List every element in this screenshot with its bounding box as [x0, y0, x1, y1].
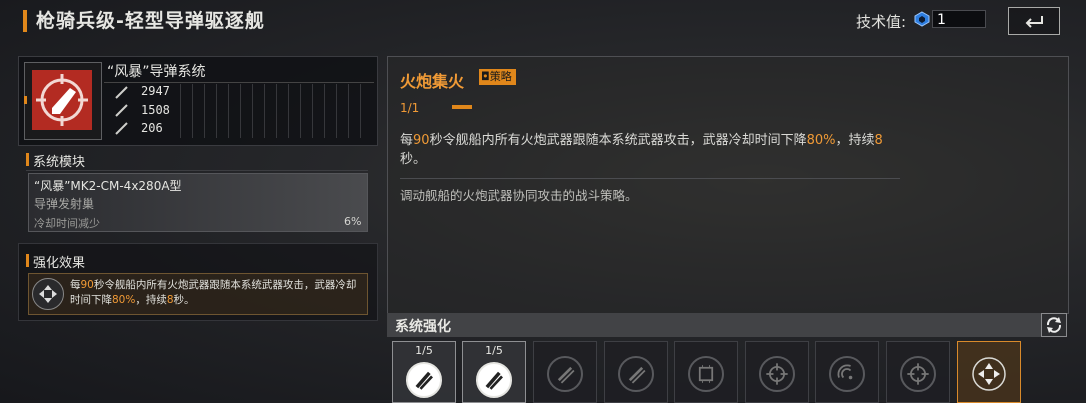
module-stat-label: 冷却时间减少 [34, 217, 100, 230]
highlight-value: 80% [806, 133, 836, 148]
enhance-slot[interactable] [745, 341, 809, 403]
refresh-button[interactable] [1041, 313, 1067, 337]
tag-icon: ◘ [481, 70, 490, 83]
stat-value: 1508 [141, 103, 170, 117]
slot-level: 1/5 [415, 344, 433, 357]
refresh-icon [1046, 317, 1062, 333]
missile-icon [618, 356, 654, 392]
system-enhance-header [387, 313, 1067, 337]
text-part: ，持续 [135, 294, 167, 306]
text-part: 秒。 [400, 152, 427, 167]
section-accent [26, 153, 29, 166]
tech-value-label: 技术值: [856, 13, 907, 31]
highlight-value: 90 [413, 133, 430, 148]
strategy-icon [971, 356, 1007, 392]
enhance-slot[interactable]: 1/5 [392, 341, 456, 403]
enhance-slot[interactable] [815, 341, 879, 403]
highlight-value: 80% [112, 294, 136, 306]
slot-level: 1/5 [485, 344, 503, 357]
tech-icon [914, 11, 930, 27]
module-stat-value: 6% [344, 215, 362, 228]
weapon-accent [24, 96, 27, 104]
target-icon [900, 356, 936, 392]
text-part: 秒令舰船内所有火炮武器跟随本系统武器攻击，武器冷却时间下降 [429, 133, 807, 148]
title-accent [23, 10, 27, 32]
enhance-slot[interactable]: 1/5 [462, 341, 526, 403]
highlight-value: 90 [80, 279, 94, 291]
system-module-heading: 系统模块 [33, 155, 86, 170]
skill-progress-bar [452, 105, 472, 109]
module-name: “风暴”MK2-CM-4x280A型 [34, 179, 182, 193]
missile-icon [476, 362, 512, 398]
weapon-icon [32, 70, 92, 130]
system-enhance-title: 系统强化 [395, 319, 451, 335]
skill-tag: ◘策略 [479, 69, 516, 85]
radar-icon [829, 356, 865, 392]
tech-value-field[interactable]: 1 [932, 10, 986, 28]
enhance-slot[interactable] [886, 341, 950, 403]
text-part: 每 [70, 279, 81, 291]
stat-icons [113, 84, 131, 138]
skill-description: 每90秒令舰船内所有火炮武器跟随本系统武器攻击，武器冷却时间下降80%，持续8 秒… [400, 131, 920, 169]
text-part: 每 [400, 133, 414, 148]
text-part: ，持续 [835, 133, 875, 148]
enhance-slot[interactable] [674, 341, 738, 403]
back-arrow-icon [1025, 16, 1043, 28]
skill-progress: 1/1 [400, 101, 420, 115]
enhancement-text: 每90秒令舰船内所有火炮武器跟随本系统武器攻击，武器冷却时间下降80%，持续8秒… [70, 278, 362, 308]
divider [26, 170, 368, 171]
stats-grid [180, 84, 372, 138]
back-button[interactable] [1008, 7, 1060, 35]
skill-flavor-text: 调动舰船的火炮武器协同攻击的战斗策略。 [400, 188, 638, 203]
text-part: 秒。 [173, 294, 195, 306]
highlight-value: 8 [166, 294, 174, 306]
page-title: 枪骑兵级-轻型导弹驱逐舰 [36, 10, 265, 32]
enhancement-heading: 强化效果 [33, 256, 86, 271]
highlight-value: 8 [874, 133, 883, 148]
enhance-slot[interactable] [957, 341, 1021, 403]
chip-icon [688, 356, 724, 392]
damage-icon [115, 86, 128, 135]
section-accent [26, 254, 29, 267]
missile-icon [547, 356, 583, 392]
weapon-name: “风暴”导弹系统 [107, 64, 206, 80]
strategy-icon [32, 278, 64, 310]
enhance-slot[interactable] [533, 341, 597, 403]
enhance-slot[interactable] [604, 341, 668, 403]
skill-title: 火炮集火 [400, 72, 465, 91]
missile-icon [406, 362, 442, 398]
module-type: 导弹发射巢 [34, 197, 95, 211]
missile-crosshair-icon [36, 74, 88, 126]
divider [400, 178, 900, 179]
skill-tag-label: 策略 [489, 70, 512, 83]
stat-value: 2947 [141, 84, 170, 98]
target-icon [759, 356, 795, 392]
stat-value: 206 [141, 121, 163, 135]
